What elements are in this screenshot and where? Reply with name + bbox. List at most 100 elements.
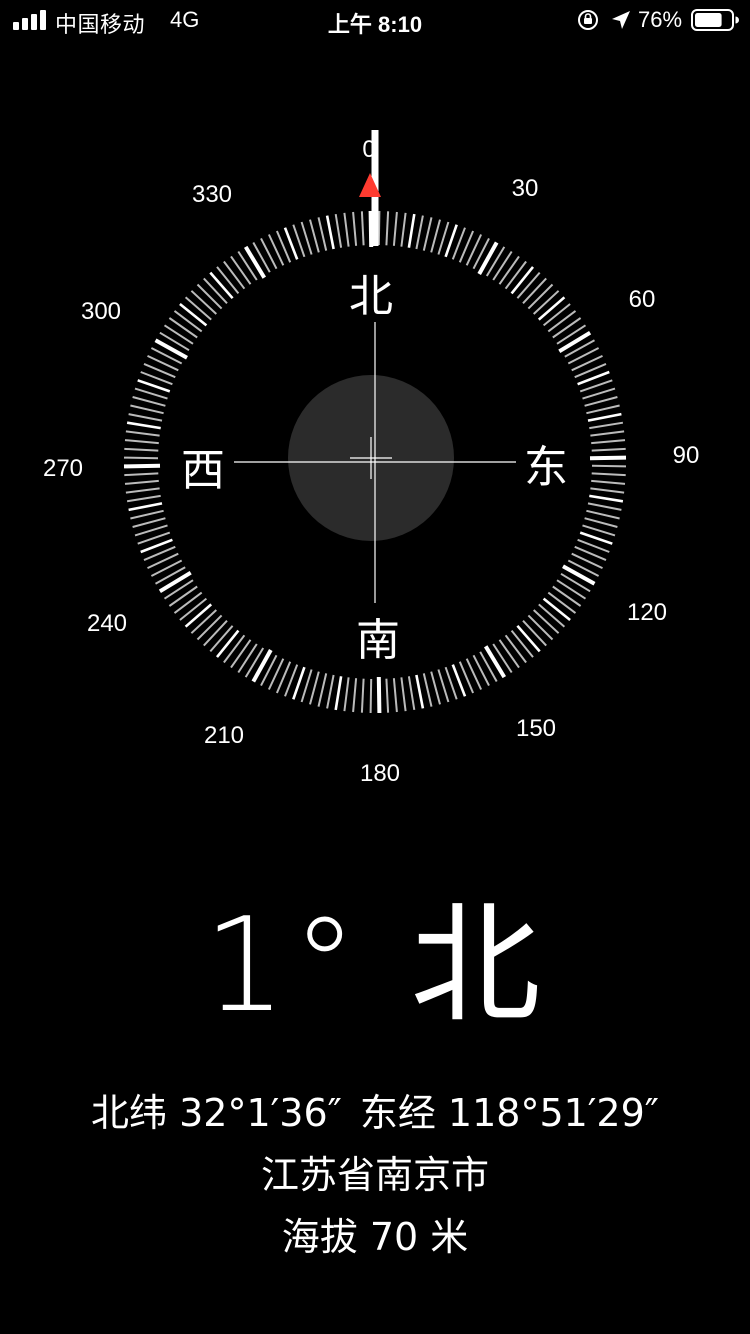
city-name: 江苏省南京市 — [260, 1153, 489, 1197]
compass-tick — [556, 324, 587, 345]
degree-label-0: 0 — [362, 136, 376, 163]
compass-tick — [126, 494, 161, 503]
compass-tick — [591, 447, 626, 452]
compass-tick — [587, 502, 622, 511]
compass-tick — [586, 509, 620, 520]
compass-tick — [504, 260, 527, 290]
compass-tick — [360, 211, 365, 246]
compass-tick — [547, 591, 577, 614]
compass-tick — [415, 215, 424, 250]
compass-tick — [368, 210, 374, 248]
degree-label-90: 90 — [672, 442, 700, 469]
compass-tick — [369, 678, 373, 714]
degree-label-60: 60 — [628, 286, 656, 313]
heading-readout: 1° 北 — [203, 889, 547, 1041]
compass-tick — [590, 430, 625, 437]
degree-label-180: 180 — [359, 760, 401, 787]
longitude-text: 东经 118°51′29″ — [359, 1091, 659, 1135]
compass-tick — [159, 331, 190, 352]
compass-tick — [477, 241, 499, 275]
compass-tick — [190, 609, 217, 634]
compass-tick — [216, 266, 240, 295]
compass-tick — [547, 310, 577, 333]
compass-tick — [437, 669, 450, 703]
coordinates[interactable]: 北纬 32°1′36″ 东经 118°51′29″ — [0, 1082, 750, 1137]
compass-tick — [130, 404, 164, 415]
compass-dial-graphic — [123, 130, 627, 714]
compass-tick — [125, 487, 160, 494]
compass-tick — [325, 215, 335, 250]
compass-tick — [422, 673, 433, 707]
compass-tick — [584, 396, 618, 407]
compass-tick — [190, 290, 217, 315]
compass-tick — [479, 651, 498, 682]
compass-tick — [542, 303, 571, 327]
cardinal-south: 南 — [356, 615, 400, 666]
compass-tick — [123, 463, 161, 469]
compass-tick — [591, 479, 626, 485]
compass-tick — [400, 677, 407, 712]
compass-tick — [533, 290, 560, 315]
compass-tick — [407, 213, 416, 248]
compass-tick — [173, 310, 203, 333]
compass-tick — [430, 671, 441, 705]
compass-tick — [203, 620, 228, 647]
compass-tick — [591, 439, 626, 445]
degree-label-210: 210 — [203, 722, 245, 749]
compass-tick — [586, 404, 620, 415]
compass-tick — [591, 472, 626, 477]
compass-dial[interactable]: 0 30 60 90 120 150 180 210 240 270 300 3… — [0, 0, 750, 820]
cardinal-north: 北 — [349, 271, 393, 322]
compass-tick — [385, 211, 390, 246]
compass-tick — [123, 456, 159, 460]
compass-tick — [326, 674, 335, 709]
compass-tick — [430, 219, 441, 253]
compass-tick — [377, 210, 381, 246]
compass-tick — [155, 566, 186, 585]
compass-tick — [173, 591, 203, 614]
compass-tick — [184, 603, 213, 628]
compass-tick — [184, 296, 212, 321]
compass-tick — [334, 213, 343, 248]
compass-tick — [237, 250, 258, 281]
compass-tick — [352, 678, 358, 713]
compass-tick — [552, 317, 582, 339]
degree-label-150: 150 — [515, 715, 557, 742]
compass-tick — [343, 677, 350, 712]
compass-tick — [309, 219, 320, 253]
compass-tick — [223, 260, 246, 290]
compass-tick — [558, 330, 592, 354]
compass-tick — [485, 246, 506, 277]
compass-tick — [168, 585, 198, 607]
compass-tick — [589, 421, 624, 430]
compass-tick — [260, 237, 278, 270]
compass-tick — [552, 585, 582, 607]
compass-tick — [472, 654, 490, 687]
compass-tick — [407, 676, 416, 711]
compass-tick — [179, 597, 208, 621]
compass-tick — [237, 643, 258, 674]
compass-tick — [124, 479, 159, 485]
compass-tick — [243, 245, 267, 279]
compass-tick — [134, 524, 168, 537]
compass-tick — [510, 629, 534, 658]
compass-tick — [163, 324, 194, 345]
compass-tick — [343, 212, 350, 247]
compass-tick — [527, 283, 554, 310]
compass-tick — [130, 509, 164, 520]
degree-label-330: 330 — [191, 181, 233, 208]
compass-tick — [317, 673, 328, 707]
cardinal-east: 东 — [524, 442, 568, 493]
degree-label-30: 30 — [511, 175, 539, 202]
compass-tick — [124, 439, 159, 445]
compass-tick — [492, 643, 513, 674]
compass-tick — [400, 212, 407, 247]
compass-tick — [567, 347, 600, 365]
compass-tick — [516, 624, 541, 653]
compass-tick — [124, 472, 159, 477]
compass-tick — [150, 559, 183, 577]
compass-tick — [483, 645, 507, 679]
compass-tick — [209, 271, 234, 300]
compass-tick — [179, 302, 208, 327]
compass-tick — [163, 579, 194, 600]
